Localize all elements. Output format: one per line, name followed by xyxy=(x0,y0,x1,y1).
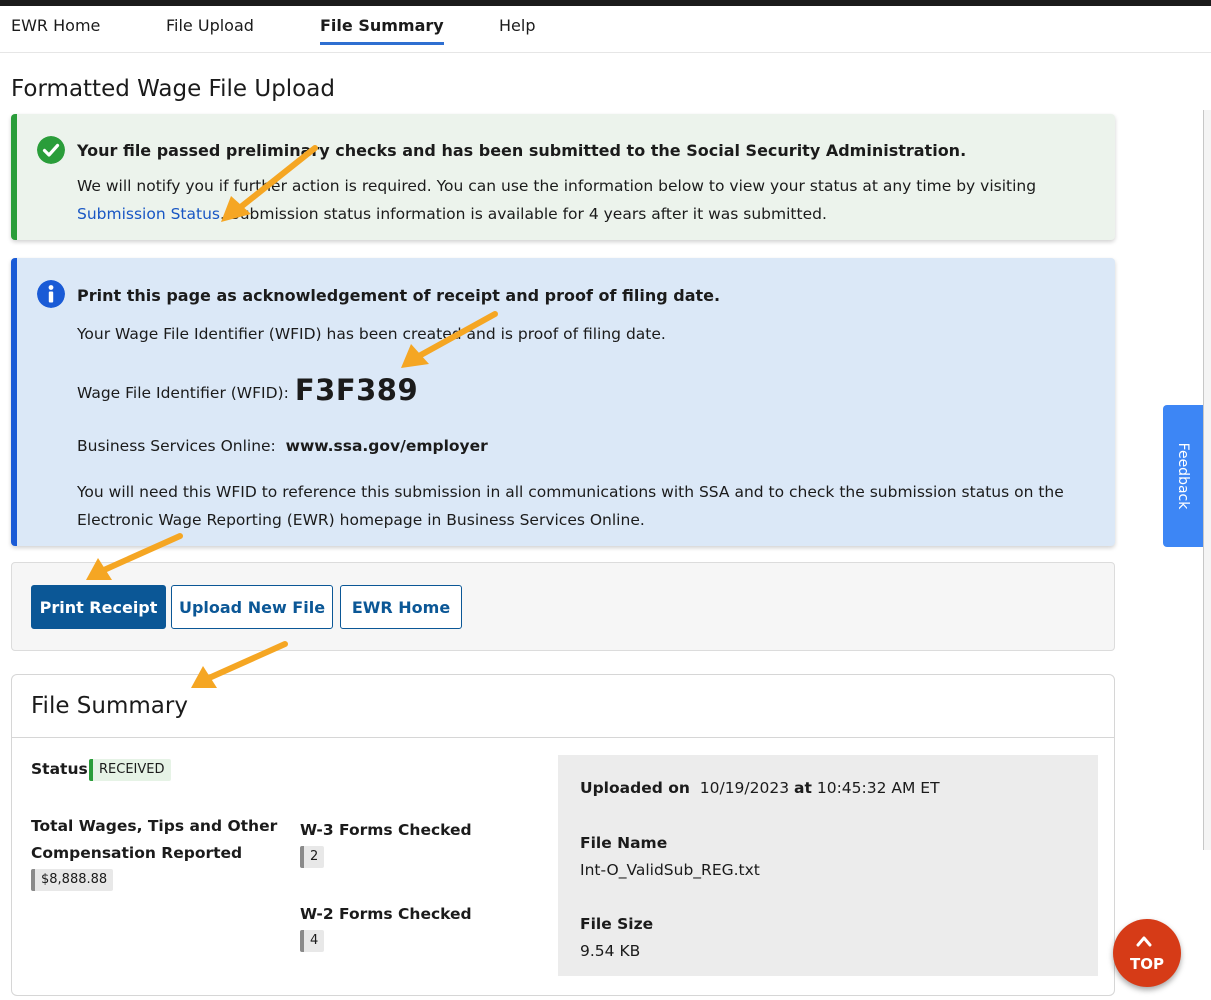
nav-help[interactable]: Help xyxy=(499,16,535,35)
bso-label: Business Services Online: xyxy=(77,437,276,455)
nav-ewr-home[interactable]: EWR Home xyxy=(11,16,100,35)
print-receipt-button[interactable]: Print Receipt xyxy=(31,585,166,629)
file-summary-card: File Summary Status: RECEIVED Total Wage… xyxy=(11,674,1115,996)
w2-forms-label: W-2 Forms Checked xyxy=(300,905,472,923)
w3-forms-label: W-3 Forms Checked xyxy=(300,821,472,839)
success-heading: Your file passed preliminary checks and … xyxy=(77,141,967,160)
ewr-home-button[interactable]: EWR Home xyxy=(340,585,462,629)
wfid-label: Wage File Identifier (WFID): xyxy=(77,384,289,402)
file-summary-title: File Summary xyxy=(31,693,188,719)
wfid-created-text: Your Wage File Identifier (WFID) has bee… xyxy=(77,325,666,343)
uploaded-date: 10/19/2023 xyxy=(699,779,790,797)
nav-file-summary[interactable]: File Summary xyxy=(320,16,444,45)
upload-new-file-button[interactable]: Upload New File xyxy=(171,585,333,629)
nav-file-summary-label: File Summary xyxy=(320,16,444,35)
file-summary-header: File Summary xyxy=(12,675,1114,738)
uploaded-on-label: Uploaded on xyxy=(580,779,690,797)
info-heading: Print this page as acknowledgement of re… xyxy=(77,286,721,305)
status-badge: RECEIVED xyxy=(89,759,171,781)
nav-file-upload[interactable]: File Upload xyxy=(166,16,254,35)
wfid-note: You will need this WFID to reference thi… xyxy=(77,483,1064,529)
file-name-value: Int-O_ValidSub_REG.txt xyxy=(580,861,760,879)
feedback-label: Feedback xyxy=(1175,442,1191,510)
file-size-value: 9.54 KB xyxy=(580,942,641,960)
scrollbar[interactable] xyxy=(1203,110,1211,850)
bso-url: www.ssa.gov/employer xyxy=(285,437,488,455)
w3-forms-badge: 2 xyxy=(300,846,325,868)
status-label: Status: xyxy=(31,760,94,778)
uploaded-on-row: Uploaded on 10/19/2023 at 10:45:32 AM ET xyxy=(580,779,940,797)
action-button-bar: Print Receipt Upload New File EWR Home xyxy=(11,562,1115,651)
bso-row: Business Services Online: www.ssa.gov/em… xyxy=(77,432,1091,460)
file-metadata-panel: Uploaded on 10/19/2023 at 10:45:32 AM ET… xyxy=(558,755,1098,976)
file-name-label: File Name xyxy=(580,834,668,852)
feedback-tab[interactable]: Feedback xyxy=(1163,405,1203,547)
chevron-up-icon xyxy=(1136,936,1152,947)
back-to-top-button[interactable]: TOP xyxy=(1113,919,1181,987)
success-body-text-end: . Submission status information is avail… xyxy=(220,205,827,223)
info-alert: Print this page as acknowledgement of re… xyxy=(11,258,1115,546)
uploaded-time: 10:45:32 AM ET xyxy=(816,779,940,797)
submission-status-link[interactable]: Submission Status xyxy=(77,205,220,223)
active-tab-indicator xyxy=(320,42,444,45)
total-wages-badge: $8,888.88 xyxy=(31,869,114,891)
back-to-top-label: TOP xyxy=(1130,955,1164,973)
w2-forms-badge: 4 xyxy=(300,930,325,952)
top-navigation: EWR Home File Upload File Summary Help xyxy=(0,6,1211,53)
wfid-value: F3F389 xyxy=(294,373,419,407)
check-circle-icon xyxy=(37,136,65,164)
total-wages-label: Total Wages, Tips and Other Compensation… xyxy=(31,817,278,862)
success-body: We will notify you if further action is … xyxy=(77,172,1091,228)
uploaded-at-label: at xyxy=(794,779,812,797)
wfid-row: Wage File Identifier (WFID): F3F389 xyxy=(77,376,1091,407)
info-circle-icon xyxy=(37,280,65,308)
success-alert: Your file passed preliminary checks and … xyxy=(11,114,1115,240)
file-size-label: File Size xyxy=(580,915,654,933)
success-body-text: We will notify you if further action is … xyxy=(77,177,1037,195)
page-title: Formatted Wage File Upload xyxy=(11,76,335,102)
